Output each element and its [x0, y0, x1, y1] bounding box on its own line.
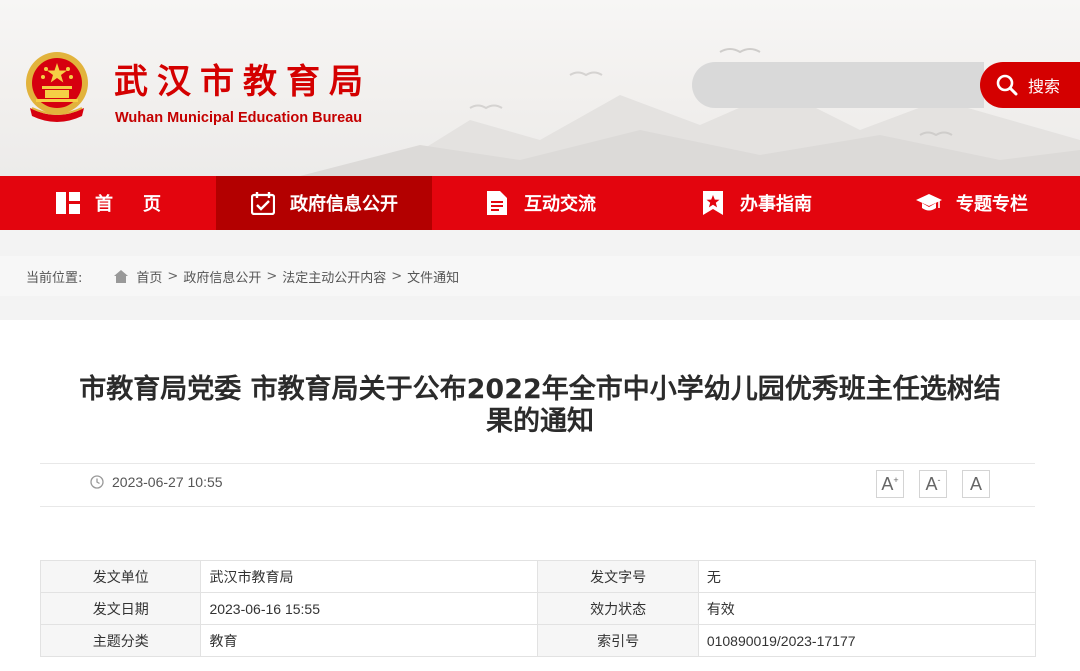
plus-icon: + — [893, 475, 899, 485]
font-decrease-label: A — [925, 473, 938, 494]
table-value-cell: 无 — [697, 560, 1037, 593]
nav-item-gov-info[interactable]: 政府信息公开 — [216, 176, 432, 230]
table-row: 主题分类 教育 索引号 010890019/2023-17177 — [39, 624, 1037, 657]
nav-item-service-guide-label: 办事指南 — [740, 194, 812, 215]
nav-item-service-guide[interactable]: 办事指南 — [648, 176, 864, 230]
table-value-cell: 010890019/2023-17177 — [697, 624, 1037, 657]
table-value-cell: 武汉市教育局 — [200, 560, 539, 593]
calendar-check-icon — [250, 190, 276, 216]
table-row: 发文单位 武汉市教育局 发文字号 无 — [39, 560, 1037, 593]
search-button[interactable]: 搜索 — [980, 62, 1080, 108]
breadcrumb-home[interactable]: 首页 — [136, 267, 162, 286]
font-increase-label: A — [881, 473, 894, 494]
search-icon — [996, 74, 1018, 96]
grid-icon — [55, 190, 81, 216]
table-key-cell: 发文单位 — [39, 560, 202, 593]
site-header: 武汉市教育局 Wuhan Municipal Education Bureau … — [0, 0, 1080, 176]
article-meta-bar: 2023-06-27 10:55 A + A- A — [40, 463, 1035, 507]
nav-item-home[interactable]: 首页 — [0, 176, 216, 230]
breadcrumb-statutory-content[interactable]: 法定主动公开内容 — [282, 267, 386, 286]
breadcrumb: 当前位置: 首页 > 政府信息公开 > 法定主动公开内容 > 文件通知 — [0, 256, 1080, 296]
article-title: 市教育局党委 市教育局关于公布2022年全市中小学幼儿园优秀班主任选树结 果的通… — [40, 374, 1040, 438]
font-size-reset-button[interactable]: A — [962, 470, 990, 498]
table-row: 发文日期 2023-06-16 15:55 效力状态 有效 — [39, 592, 1037, 625]
minus-icon: - — [937, 475, 941, 485]
nav-item-special-topics[interactable]: 专题专栏 — [864, 176, 1080, 230]
font-reset-label: A — [969, 473, 982, 494]
main-nav: 首页 政府信息公开 互动交流 办事指南 专题专栏 — [0, 176, 1080, 230]
star-bookmark-icon — [700, 190, 726, 216]
nav-item-gov-info-label: 政府信息公开 — [290, 194, 398, 215]
table-key-cell: 效力状态 — [537, 592, 699, 625]
document-info-table: 发文单位 武汉市教育局 发文字号 无 发文日期 2023-06-16 15:55… — [39, 560, 1037, 657]
breadcrumb-prefix: 当前位置: — [26, 270, 83, 286]
search-input[interactable] — [692, 62, 984, 108]
home-icon — [114, 269, 129, 283]
nav-item-interaction-label: 互动交流 — [524, 194, 596, 215]
font-size-increase-button[interactable]: A + — [876, 470, 904, 498]
document-icon — [484, 190, 510, 216]
nav-item-interaction[interactable]: 互动交流 — [432, 176, 648, 230]
search-box: 搜索 — [692, 62, 1080, 108]
table-value-cell: 2023-06-16 15:55 — [200, 592, 539, 625]
nav-item-special-topics-label: 专题专栏 — [956, 194, 1028, 215]
search-button-label: 搜索 — [1028, 77, 1061, 96]
table-key-cell: 发文字号 — [537, 560, 699, 593]
clock-icon — [90, 475, 104, 489]
table-key-cell: 索引号 — [537, 624, 699, 657]
graduation-cap-icon — [916, 190, 942, 216]
breadcrumb-gov-info[interactable]: 政府信息公开 — [183, 267, 261, 286]
table-value-cell: 教育 — [200, 624, 539, 657]
site-subtitle: Wuhan Municipal Education Bureau — [115, 110, 363, 126]
table-key-cell: 发文日期 — [39, 592, 202, 625]
breadcrumb-separator: > — [391, 268, 403, 284]
breadcrumb-separator: > — [266, 268, 278, 284]
table-key-cell: 主题分类 — [39, 624, 202, 657]
article-title-line-1: 市教育局党委 市教育局关于公布2022年全市中小学幼儿园优秀班主任选树结 — [79, 374, 1001, 405]
publish-date-value: 2023-06-27 10:55 — [112, 474, 223, 490]
site-title: 武汉市教育局 — [114, 62, 372, 102]
nav-item-home-label: 首页 — [95, 194, 191, 215]
table-value-cell: 有效 — [697, 592, 1037, 625]
breadcrumb-file-notices[interactable]: 文件通知 — [407, 267, 459, 286]
publish-date: 2023-06-27 10:55 — [90, 474, 223, 490]
breadcrumb-separator: > — [167, 268, 179, 284]
font-size-decrease-button[interactable]: A- — [919, 470, 947, 498]
national-emblem-icon — [26, 52, 88, 122]
article-title-line-2: 果的通知 — [486, 406, 594, 437]
